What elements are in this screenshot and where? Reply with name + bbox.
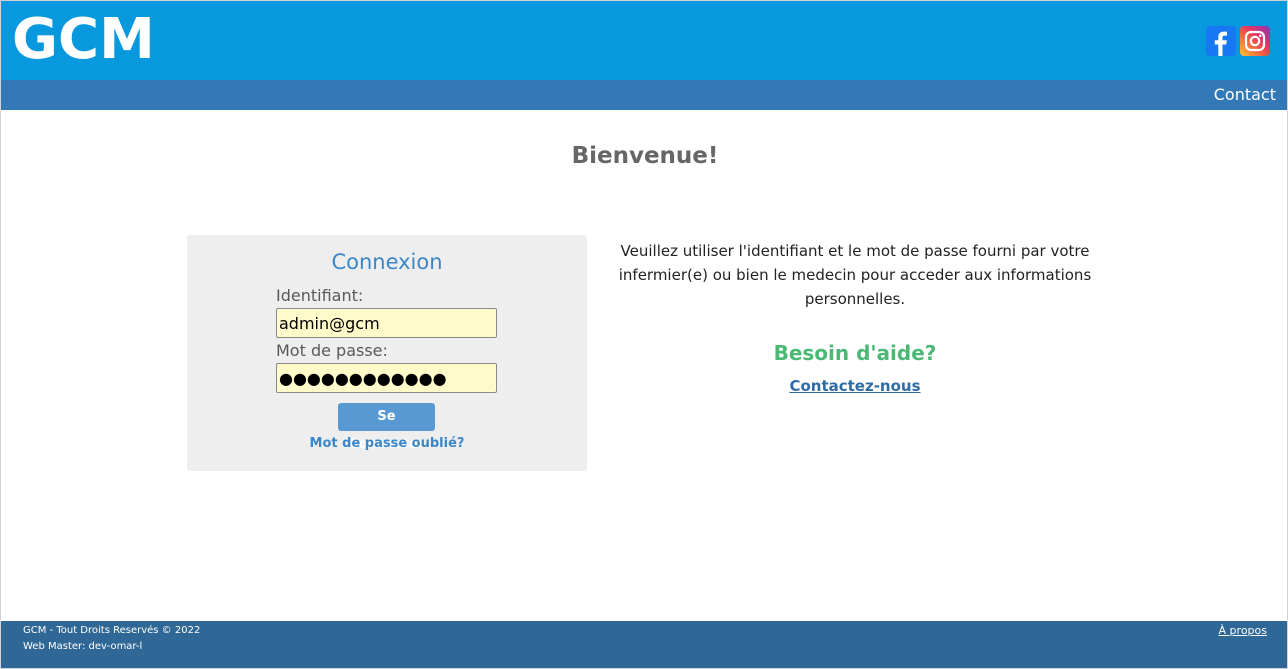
footer-about-link[interactable]: À propos [1219,623,1267,639]
page-title: Bienvenue! [571,143,719,169]
footer-webmaster: Web Master: dev-omar-l [23,641,143,652]
footer-copyright: GCM - Tout Droits Reservés © 2022 [23,625,201,636]
page-frame: GCM Contact Bienvenue! Connexion Identif… [0,0,1288,669]
site-footer: GCM - Tout Droits Reservés © 2022 Web Ma… [1,621,1287,668]
login-button[interactable]: Se Connecter [338,403,435,452]
facebook-icon[interactable] [1206,26,1236,56]
password-field[interactable] [276,363,497,393]
site-logo[interactable]: GCM [12,5,155,75]
username-field[interactable] [276,308,497,338]
login-panel: Connexion Identifiant: Mot de passe: Se … [187,235,587,471]
info-text: Veuillez utiliser l'identifiant et le mo… [618,242,1092,308]
password-label: Mot de passe: [276,341,388,360]
nav-bar: Contact [1,80,1287,110]
contact-us-link[interactable]: Contactez-nous [605,376,1105,396]
username-label: Identifiant: [276,286,364,305]
forgot-password-link[interactable]: Mot de passe oublié? [187,435,587,453]
nav-contact-link[interactable]: Contact [1214,85,1276,105]
help-title: Besoin d'aide? [773,341,937,365]
login-title: Connexion [331,250,443,274]
site-header: GCM [1,1,1287,80]
instagram-icon[interactable] [1240,26,1270,56]
